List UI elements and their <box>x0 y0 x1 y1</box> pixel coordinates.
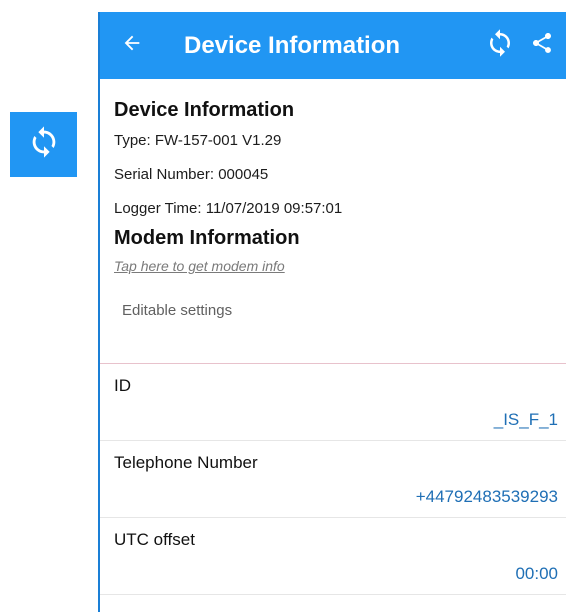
serial-number: Serial Number: 000045 <box>114 166 269 183</box>
sync-icon <box>27 125 61 164</box>
back-button[interactable] <box>100 12 164 79</box>
device-info-heading: Device Information <box>114 99 295 121</box>
setting-value: _IS_F_1 <box>493 410 558 429</box>
get-modem-info-link[interactable]: Tap here to get modem info <box>114 257 285 275</box>
setting-name: UTC offset <box>114 530 195 549</box>
setting-value: +44792483539293 <box>415 487 558 506</box>
appbar-actions <box>474 12 566 79</box>
device-details: Device Information Type: FW-157-001 V1.2… <box>100 79 566 320</box>
setting-name: ID <box>114 376 131 395</box>
share-button[interactable] <box>526 12 566 79</box>
device-screen: Device Information Device Information Ty… <box>98 12 566 612</box>
setting-value: 00:00 <box>515 564 558 583</box>
settings-list: ID _IS_F_1 Telephone Number +44792483539… <box>100 364 566 595</box>
editable-settings-label: Editable settings <box>122 302 233 319</box>
appbar-refresh-button[interactable] <box>474 12 526 79</box>
arrow-back-icon <box>121 32 143 59</box>
setting-row-telephone[interactable]: Telephone Number +44792483539293 <box>100 441 566 518</box>
setting-row-id[interactable]: ID _IS_F_1 <box>100 364 566 441</box>
page-title: Device Information <box>184 31 401 59</box>
device-type: Type: FW-157-001 V1.29 <box>114 132 282 149</box>
share-icon <box>530 31 554 60</box>
setting-row-utc-offset[interactable]: UTC offset 00:00 <box>100 518 566 595</box>
logger-time: Logger Time: 11/07/2019 09:57:01 <box>114 200 343 217</box>
sync-icon <box>485 28 515 63</box>
modem-info-heading: Modem Information <box>114 227 300 249</box>
refresh-button[interactable] <box>10 112 77 177</box>
setting-name: Telephone Number <box>114 453 258 472</box>
screenshot-stage: Device Information Device Information Ty… <box>0 0 566 612</box>
app-bar: Device Information <box>100 12 566 79</box>
